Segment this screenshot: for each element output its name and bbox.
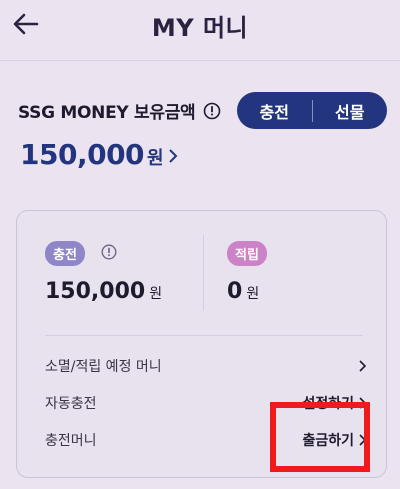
chevron-right-icon xyxy=(168,148,178,168)
highlight-box xyxy=(270,402,370,472)
list-item-action[interactable] xyxy=(354,359,367,373)
info-icon[interactable] xyxy=(203,102,221,120)
balance-header: SSG MONEY 보유금액 xyxy=(18,98,221,123)
balance-amount-value: 150,000 xyxy=(20,138,145,171)
list-item-expiring-money[interactable]: 소멸/적립 예정 머니 xyxy=(45,354,367,378)
points-amount-value: 0 xyxy=(227,279,243,304)
balance-action-buttons: 충전 선물 xyxy=(237,92,387,129)
points-amount-unit: 원 xyxy=(246,286,260,302)
charge-amount-unit: 원 xyxy=(149,286,163,302)
gift-button[interactable]: 선물 xyxy=(313,99,388,123)
list-item-label: 자동충전 xyxy=(45,396,97,412)
list-item-label: 충전머니 xyxy=(45,433,97,449)
header-divider xyxy=(0,60,400,61)
points-amount: 0 원 xyxy=(227,279,259,304)
header: MY 머니 xyxy=(0,0,400,52)
chevron-right-icon xyxy=(359,360,367,372)
balance-label: SSG MONEY 보유금액 xyxy=(18,103,196,123)
info-icon[interactable] xyxy=(101,244,117,264)
charge-amount-value: 150,000 xyxy=(45,279,146,304)
balance-amount[interactable]: 150,000 원 xyxy=(20,138,178,171)
balance-amount-unit: 원 xyxy=(147,148,164,169)
charge-amount: 150,000 원 xyxy=(45,279,162,304)
charge-tag: 충전 xyxy=(45,241,85,266)
column-divider xyxy=(203,235,204,311)
list-divider xyxy=(45,335,363,336)
points-tag: 적립 xyxy=(227,241,267,266)
page-title: MY 머니 xyxy=(151,14,249,42)
list-item-label: 소멸/적립 예정 머니 xyxy=(45,359,162,375)
charge-button[interactable]: 충전 xyxy=(237,99,312,123)
